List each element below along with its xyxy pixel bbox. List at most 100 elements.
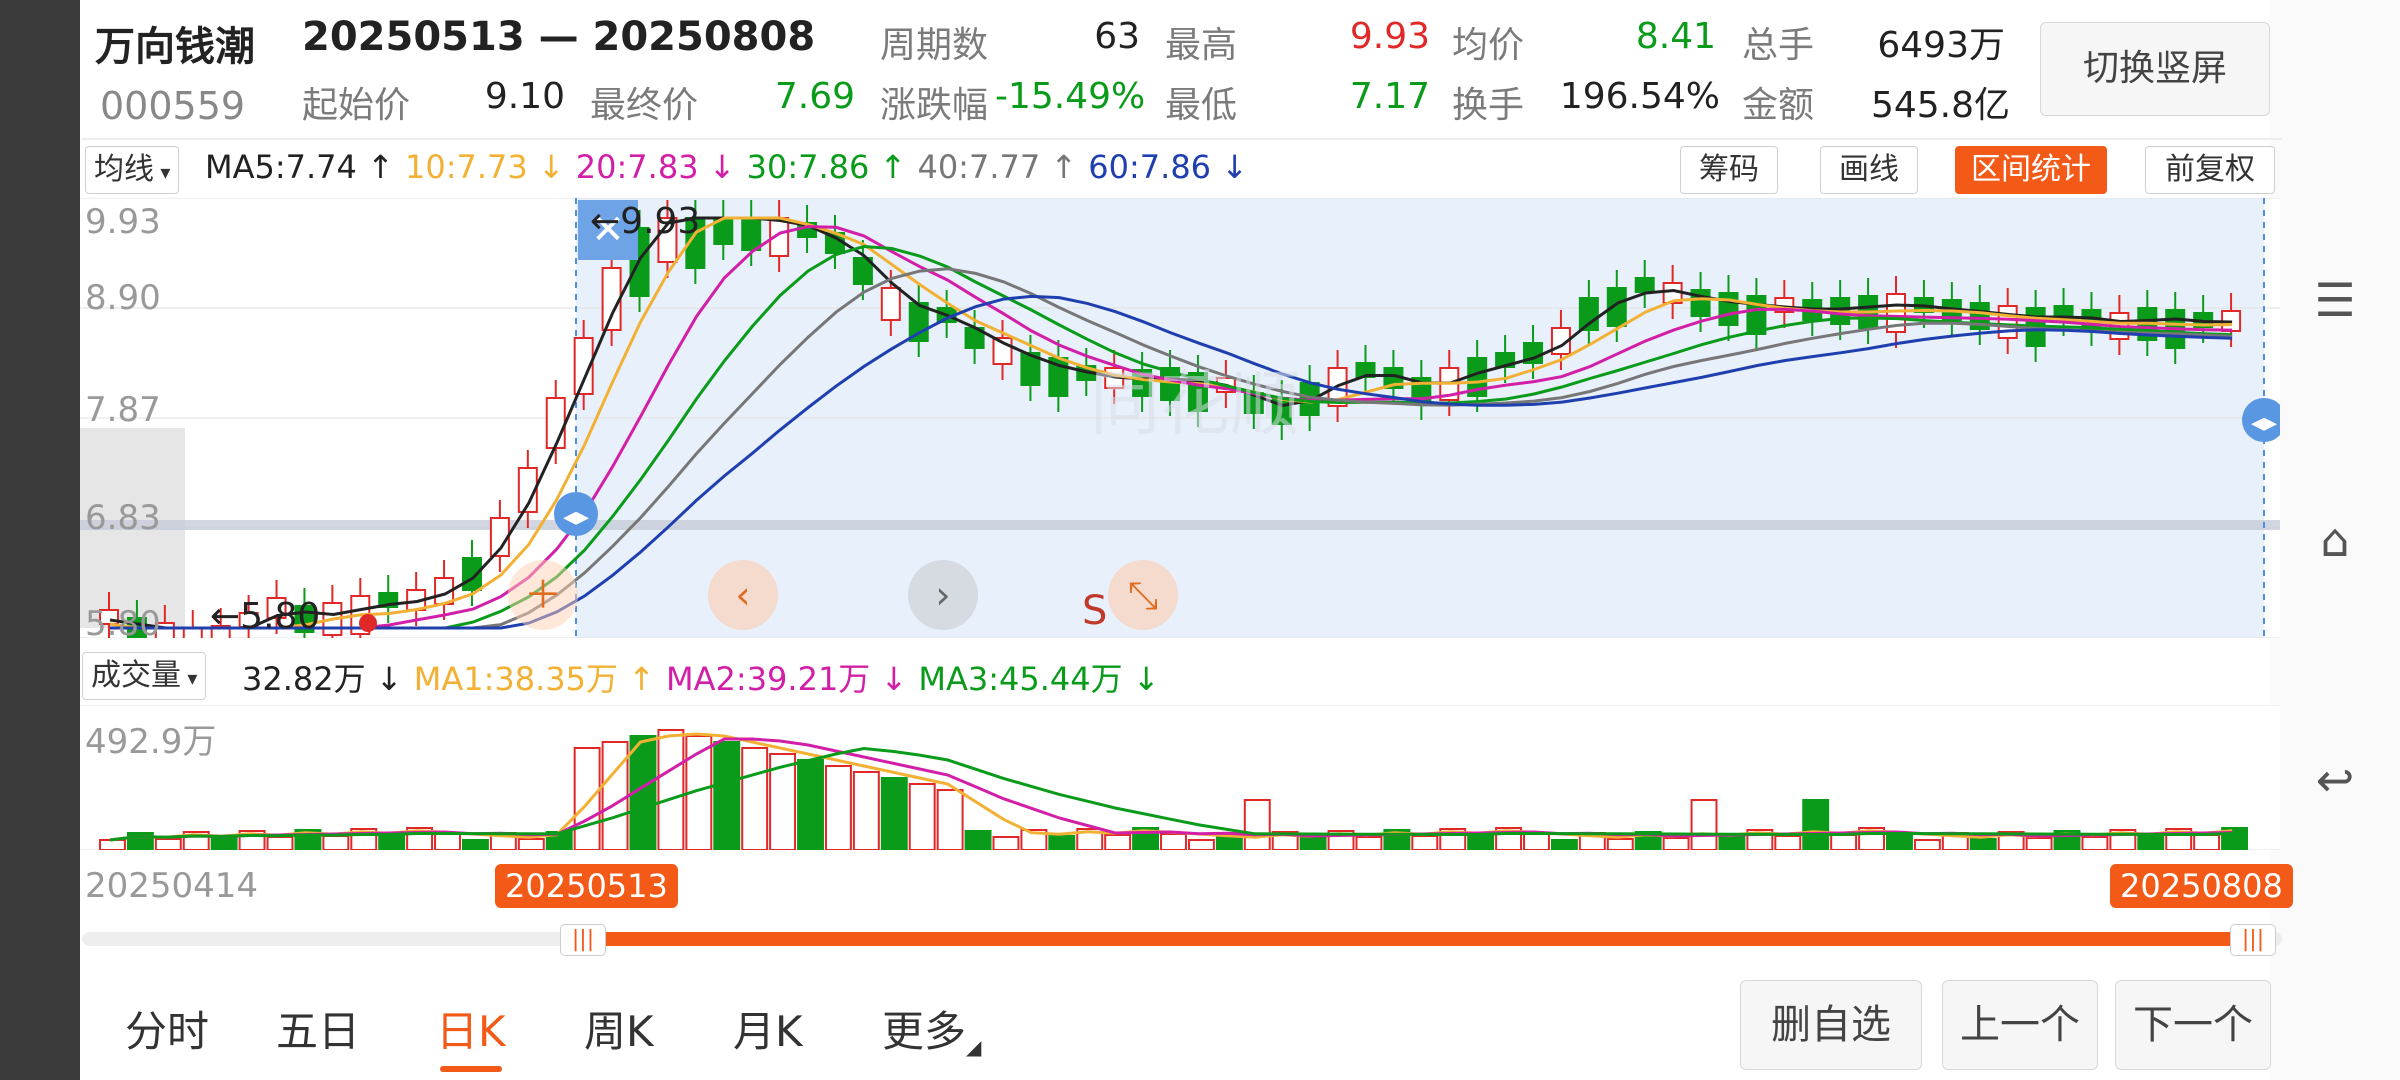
range-stats-button[interactable]: 区间统计 — [1955, 146, 2107, 194]
more-corner-icon: ◢ — [966, 1035, 982, 1059]
y-label-2: 8.90 — [85, 278, 161, 318]
volume-bar — [378, 834, 406, 850]
tab-monthly-k[interactable]: 月K — [733, 998, 803, 1059]
back-icon[interactable]: ↩ — [2305, 750, 2365, 810]
volume-current: 32.82万 ↓ — [242, 660, 403, 698]
volume-bar — [517, 838, 545, 850]
volume-bar — [1048, 835, 1076, 850]
volume-bar — [1774, 835, 1802, 850]
volume-bar — [1160, 833, 1187, 850]
chip-button[interactable]: 筹码 — [1680, 146, 1778, 194]
drag-handle-icon-end: ◂▸ — [2251, 408, 2277, 438]
timeline-left-grip-icon[interactable]: ||| — [560, 924, 606, 956]
ma-selector[interactable]: 均线 ▾ — [85, 146, 180, 194]
header-divider — [82, 138, 2282, 140]
volume-bar — [322, 835, 350, 850]
stat-value-high: 9.93 — [1349, 16, 1430, 57]
tab-weekly-k[interactable]: 周K — [584, 998, 654, 1059]
low-marker-value: 5.80 — [240, 596, 320, 637]
draw-line-button[interactable]: 画线 — [1820, 146, 1918, 194]
next-arrow-icon[interactable]: › — [908, 560, 978, 630]
prev-arrow-icon[interactable]: ‹ — [708, 560, 778, 630]
high-marker-value: 9.93 — [620, 201, 700, 242]
ma-values: MA5:7.74 ↑ 10:7.73 ↓ 20:7.83 ↓ 30:7.86 ↑… — [205, 148, 1254, 186]
s-marker-icon[interactable]: S — [1082, 588, 1107, 634]
stat-label-amount: 金额 — [1742, 85, 1815, 126]
ma40-value: 40:7.77 ↑ — [917, 148, 1078, 186]
stat-label-periods: 周期数 — [880, 25, 989, 66]
volume-chart[interactable] — [80, 705, 2280, 850]
forward-adjust-button[interactable]: 前复权 — [2145, 146, 2275, 194]
volume-ma1: MA1:38.35万 ↑ — [413, 660, 655, 698]
kline-chart[interactable]: 同花顺 ✕ ←9.93 ←5.80 ◂▸ ◂▸ — [80, 198, 2280, 638]
volume-bar — [908, 783, 936, 850]
timeline-right-grip-icon[interactable]: ||| — [2230, 924, 2276, 956]
stat-value-amount: 545.8亿 — [1870, 85, 2010, 126]
tab-more[interactable]: 更多◢ — [882, 998, 981, 1059]
volume-bar — [657, 729, 685, 850]
candle-body — [880, 287, 901, 321]
volume-bar — [852, 771, 880, 850]
volume-bar — [1718, 836, 1746, 850]
volume-bar — [1913, 839, 1941, 850]
volume-selector[interactable]: 成交量 ▾ — [82, 652, 207, 700]
candle-body — [1718, 292, 1739, 326]
tab-daily-k[interactable]: 日K — [436, 998, 506, 1059]
stat-value-periods: 63 — [1094, 16, 1140, 57]
tab-intraday[interactable]: 分时 — [125, 998, 209, 1059]
y-label-5: 5.80 — [85, 604, 161, 644]
timeline-selected-range[interactable] — [585, 932, 2230, 946]
volume-bar — [1104, 834, 1132, 850]
volume-bar — [1243, 799, 1271, 850]
remove-watchlist-button[interactable]: 删自选 — [1740, 980, 1922, 1070]
shrink-icon[interactable]: ⤡ — [1108, 560, 1178, 630]
low-marker: ←5.80 — [210, 596, 320, 637]
stat-value-close: 7.69 — [774, 76, 855, 117]
stat-label-volume: 总手 — [1742, 25, 1815, 66]
stat-value-open: 9.10 — [484, 76, 565, 117]
add-icon[interactable]: ＋ — [508, 560, 578, 630]
candle-body — [601, 267, 622, 331]
volume-bar — [601, 741, 629, 850]
candle-body — [1634, 277, 1655, 293]
volume-bar — [1299, 837, 1327, 850]
volume-dropdown-icon: ▾ — [181, 666, 198, 690]
volume-bar — [154, 838, 182, 850]
left-edge-bar — [0, 0, 80, 1080]
ma30-value: 30:7.86 ↑ — [746, 148, 907, 186]
volume-bar — [1606, 838, 1634, 850]
next-stock-button[interactable]: 下一个 — [2115, 980, 2271, 1070]
date-range: 20250513 — 20250808 — [302, 14, 816, 60]
home-icon[interactable]: ⌂ — [2305, 510, 2365, 570]
y-label-3: 7.87 — [85, 390, 161, 430]
stock-code: 000559 — [100, 84, 246, 128]
volume-bar — [2081, 836, 2109, 850]
stat-value-low: 7.17 — [1349, 76, 1430, 117]
volume-bar — [713, 741, 741, 850]
volume-bar — [1662, 837, 1690, 850]
volume-bar — [1550, 839, 1578, 850]
volume-y-label: 492.9万 — [85, 722, 217, 762]
menu-icon[interactable]: ☰ — [2305, 270, 2365, 330]
volume-bar — [992, 836, 1020, 850]
range-start-date-badge: 20250513 — [495, 864, 678, 908]
ma10-value: 10:7.73 ↓ — [404, 148, 565, 186]
drag-handle-icon: ◂▸ — [563, 502, 589, 532]
volume-bar — [434, 833, 461, 850]
candle-body — [741, 217, 762, 251]
volume-selector-label: 成交量 — [91, 658, 181, 693]
volume-ma2: MA2:39.21万 ↓ — [666, 660, 908, 698]
tab-five-day[interactable]: 五日 — [276, 998, 360, 1059]
previous-stock-button[interactable]: 上一个 — [1942, 980, 2098, 1070]
volume-bar — [741, 747, 769, 850]
volume-bar — [1411, 835, 1439, 850]
volume-values: 32.82万 ↓ MA1:38.35万 ↑ MA2:39.21万 ↓ MA3:4… — [242, 654, 1166, 700]
volume-bar — [880, 777, 908, 850]
event-dot[interactable] — [359, 614, 377, 632]
volume-bar — [1830, 834, 1858, 850]
switch-portrait-button[interactable]: 切换竖屏 — [2040, 22, 2270, 116]
volume-bar — [210, 837, 238, 850]
candle-body — [1997, 305, 2018, 339]
stat-label-avg: 均价 — [1452, 25, 1525, 66]
price-level-band — [80, 520, 2280, 530]
